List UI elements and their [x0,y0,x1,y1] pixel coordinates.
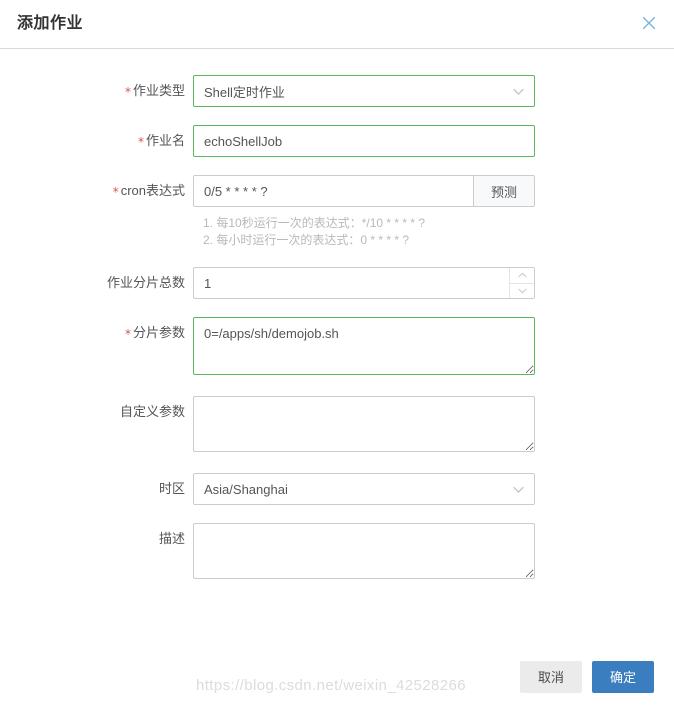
control-timezone [193,473,535,505]
shard-total-stepper [193,267,535,299]
job-name-input[interactable] [193,125,535,157]
label-shard-total: 作业分片总数 [106,275,185,290]
control-job-type [193,75,535,107]
dialog-header: 添加作业 [0,0,674,49]
stepper-controls [509,268,534,298]
label-job-type: * 作业类型 [124,83,185,99]
form-row-shard-params: * 分片参数 0=/apps/sh/demojob.sh [0,317,674,378]
cron-input[interactable] [193,175,473,207]
form-row-custom-params: 自定义参数 [0,396,674,455]
dialog-body: *作业类型 *作业名 [0,49,674,582]
control-custom-params [193,396,535,455]
cron-hints: 1. 每10秒运行一次的表达式：*/10 * * * * ? 2. 每小时运行一… [193,213,674,249]
shard-params-textarea[interactable]: 0=/apps/sh/demojob.sh [193,317,535,375]
cron-input-group: 预测 [193,175,535,207]
cron-hint-2: 2. 每小时运行一次的表达式：0 * * * * ? [203,233,410,247]
label-shard-params: * 分片参数 [124,325,185,341]
timezone-select[interactable] [193,473,535,505]
control-cron: 预测 [193,175,535,207]
chevron-down-icon[interactable] [510,284,534,299]
timezone-select-input[interactable] [193,473,535,505]
custom-params-textarea[interactable] [193,396,535,452]
close-icon[interactable] [638,12,660,34]
control-description [193,523,535,582]
control-shard-params: 0=/apps/sh/demojob.sh [193,317,535,378]
description-textarea[interactable] [193,523,535,579]
chevron-up-icon[interactable] [510,268,534,284]
required-marker: * [112,185,119,199]
form-row-cron: *cron表达式 预测 [0,175,674,207]
label-custom-params: 自定义参数 [119,404,185,419]
watermark: https://blog.csdn.net/weixin_42528266 [196,677,466,694]
control-shard-total [193,267,535,299]
form-row-timezone: 时区 [0,473,674,505]
label-description: 描述 [158,531,185,546]
dialog-footer: 取消 确定 [520,661,654,693]
confirm-button[interactable]: 确定 [592,661,654,693]
form-row-description: 描述 [0,523,674,582]
form-row-shard-total: 作业分片总数 [0,267,674,299]
control-job-name [193,125,535,157]
add-job-dialog: 添加作业 * 作业类型 Shell定时作业 * 作业名 echoShellJob… [0,0,674,706]
required-marker: * [137,135,144,149]
cron-hint-1: 1. 每10秒运行一次的表达式：*/10 * * * * ? [203,216,426,230]
label-timezone: 时区 [158,481,185,496]
job-type-select-input[interactable] [193,75,535,107]
required-marker: * [124,327,131,341]
form-row-job-type: * 作业类型 [0,75,674,107]
label-job-name: * 作业名 [137,133,185,149]
dialog-title: 添加作业 [17,15,84,32]
job-type-select[interactable] [193,75,535,107]
required-marker: * [124,85,131,99]
shard-total-input[interactable] [193,267,535,299]
label-cron: * cron表达式 [112,183,185,199]
cron-predict-button[interactable]: 预测 [473,175,535,207]
form-row-job-name: * 作业名 [0,125,674,157]
cancel-button[interactable]: 取消 [520,661,582,693]
